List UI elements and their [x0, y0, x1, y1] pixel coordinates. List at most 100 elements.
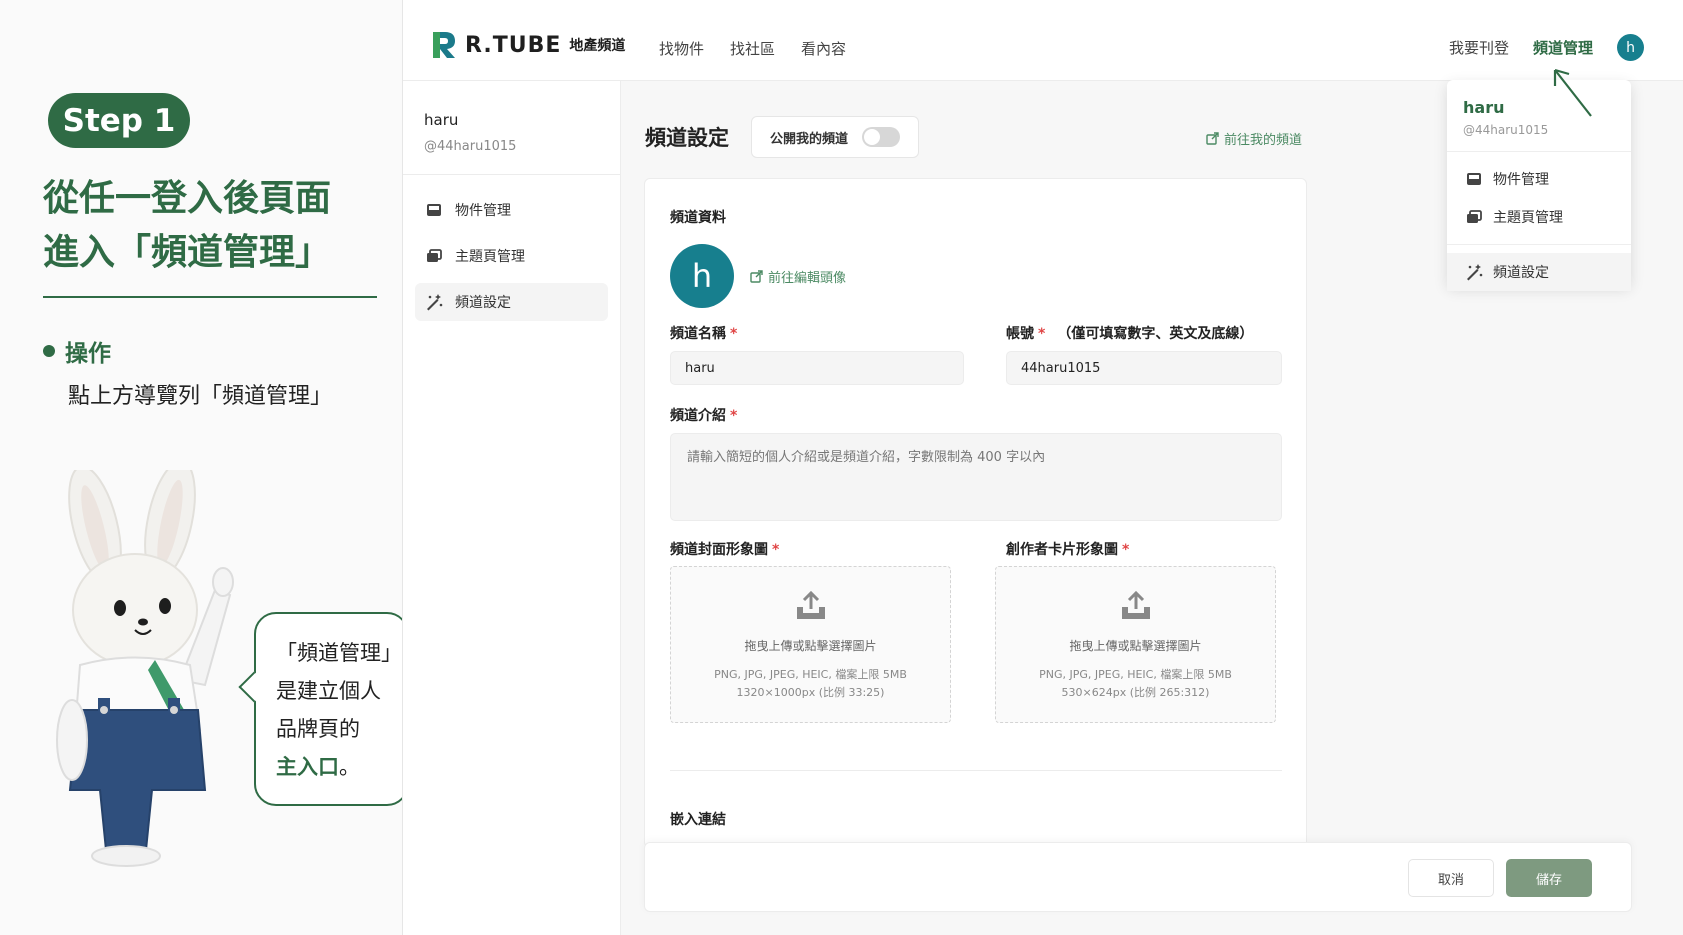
brand-name: R.TUBE — [465, 32, 562, 58]
cover-image-label: 頻道封面形象圖 * — [670, 539, 779, 559]
required-mark: * — [1122, 542, 1130, 558]
inbox-icon — [1467, 173, 1481, 185]
upload-requirements: PNG, JPG, JPEG, HEIC, 檔案上限 5MB 530×624px… — [996, 666, 1275, 702]
channel-dropdown-menu: haru @44haru1015 物件管理 主題頁管理 頻道設定 — [1447, 80, 1631, 291]
rtube-logo-icon — [433, 32, 455, 58]
upload-format: PNG, JPG, JPEG, HEIC, 檔案上限 5MB — [1039, 668, 1232, 681]
brand-subtitle: 地產頻道 — [569, 38, 626, 54]
creator-card-upload[interactable]: 拖曳上傳或點擊選擇圖片 PNG, JPG, JPEG, HEIC, 檔案上限 5… — [995, 566, 1276, 723]
upload-size: 1320×1000px (比例 33:25) — [736, 686, 885, 699]
bubble-line-3: 品牌頁的 — [276, 717, 360, 741]
nav-link-post[interactable]: 我要刊登 — [1449, 37, 1509, 58]
dropdown-divider — [1447, 244, 1631, 245]
channel-intro-label: 頻道介紹 * — [670, 405, 737, 425]
upload-format: PNG, JPG, JPEG, HEIC, 檔案上限 5MB — [714, 668, 907, 681]
sidebar-user-name: haru — [424, 111, 459, 129]
upload-icon — [1121, 590, 1150, 619]
nav-link-channel-management[interactable]: 頻道管理 — [1533, 37, 1593, 58]
external-link-icon — [750, 270, 763, 283]
edit-avatar-label: 前往編輯頭像 — [768, 271, 847, 286]
bullet-dot-icon — [43, 345, 55, 357]
magic-wand-icon — [1467, 264, 1483, 281]
bubble-line-4-end: 。 — [339, 755, 360, 779]
goto-my-channel-link[interactable]: 前往我的頻道 — [1206, 129, 1302, 148]
toggle-switch[interactable] — [862, 127, 901, 147]
dropdown-item-listings[interactable]: 物件管理 — [1447, 160, 1631, 198]
dropdown-item-channel-settings[interactable]: 頻道設定 — [1447, 253, 1631, 291]
account-label: 帳號 * （僅可填寫數字、英文及底線） — [1006, 323, 1253, 343]
goto-my-channel-label: 前往我的頻道 — [1224, 133, 1303, 148]
annotation-arrow-icon — [1553, 68, 1592, 117]
cover-image-upload[interactable]: 拖曳上傳或點擊選擇圖片 PNG, JPG, JPEG, HEIC, 檔案上限 5… — [670, 566, 951, 723]
bubble-line-4: 主入口。 — [276, 748, 407, 786]
sidebar-item-listings[interactable]: 物件管理 — [415, 191, 608, 229]
sidebar-user-handle: @44haru1015 — [424, 139, 517, 154]
bullet-label: 操作 — [65, 341, 111, 367]
sidebar-item-topic-pages[interactable]: 主題頁管理 — [415, 237, 608, 275]
tutorial-description: 點上方導覽列「頻道管理」 — [68, 384, 333, 409]
top-navbar: R.TUBE 地產頻道 找物件 找社區 看內容 我要刊登 頻道管理 h — [403, 0, 1683, 81]
sidebar-user-info: haru @44haru1015 — [403, 81, 620, 175]
tutorial-divider — [43, 296, 377, 298]
tutorial-title-line-2: 進入「頻道管理」 — [43, 232, 332, 273]
tutorial-panel: Step 1 從任一登入後頁面 進入「頻道管理」 操作 點上方導覽列「頻道管理」 — [0, 0, 409, 935]
upload-icon — [796, 590, 825, 619]
channel-avatar: h — [670, 244, 734, 308]
required-mark: * — [772, 542, 780, 558]
creator-card-label-text: 創作者卡片形象圖 — [1006, 542, 1118, 558]
dropdown-user-info: haru @44haru1015 — [1447, 80, 1631, 137]
magic-wand-icon — [427, 294, 443, 311]
account-input[interactable]: 44haru1015 — [1006, 351, 1282, 385]
app-window: R.TUBE 地產頻道 找物件 找社區 看內容 我要刊登 頻道管理 h haru… — [402, 0, 1683, 935]
section-title-channel-info: 頻道資料 — [670, 210, 726, 226]
account-hint: （僅可填寫數字、英文及底線） — [1057, 326, 1254, 342]
dropdown-item-label: 物件管理 — [1493, 172, 1549, 188]
edit-avatar-link[interactable]: 前往編輯頭像 — [750, 267, 846, 286]
page-title: 頻道設定 — [645, 126, 729, 150]
sidebar: haru @44haru1015 物件管理 主題頁管理 頻道設定 — [403, 81, 621, 935]
upload-size: 530×624px (比例 265:312) — [1061, 686, 1210, 699]
tutorial-title: 從任一登入後頁面 進入「頻道管理」 — [43, 172, 393, 280]
nav-link-content[interactable]: 看內容 — [801, 38, 846, 59]
action-footer: 取消 儲存 — [644, 842, 1632, 912]
nav-link-find-property[interactable]: 找物件 — [659, 38, 704, 59]
sidebar-item-channel-settings[interactable]: 頻道設定 — [415, 283, 608, 321]
save-button[interactable]: 儲存 — [1506, 859, 1592, 897]
bubble-highlight: 主入口 — [276, 755, 339, 779]
public-channel-toggle[interactable]: 公開我的頻道 — [751, 116, 920, 158]
nav-links: 找物件 找社區 看內容 — [659, 38, 846, 59]
section-divider — [670, 770, 1282, 771]
upload-instruction: 拖曳上傳或點擊選擇圖片 — [744, 639, 877, 653]
dropdown-user-handle: @44haru1015 — [1463, 123, 1549, 137]
channel-intro-textarea[interactable]: 請輸入簡短的個人介紹或是頻道介紹，字數限制為 400 字以內 — [670, 433, 1282, 521]
user-avatar[interactable]: h — [1617, 34, 1644, 61]
dropdown-item-topic-pages[interactable]: 主題頁管理 — [1447, 198, 1631, 236]
cancel-button[interactable]: 取消 — [1408, 859, 1494, 897]
public-channel-label: 公開我的頻道 — [770, 131, 849, 147]
tutorial-title-line-1: 從任一登入後頁面 — [43, 178, 332, 219]
speech-bubble: 「頻道管理」 是建立個人 品牌頁的 主入口。 — [238, 612, 409, 806]
external-link-icon — [1206, 132, 1219, 145]
channel-name-label: 頻道名稱 * — [670, 323, 737, 343]
nav-right: 我要刊登 頻道管理 h — [1449, 34, 1644, 61]
required-mark: * — [1038, 326, 1046, 342]
bubble-line-2: 是建立個人 — [276, 679, 381, 703]
account-label-text: 帳號 — [1006, 326, 1034, 342]
brand-logo[interactable]: R.TUBE 地產頻道 — [431, 30, 625, 60]
sidebar-item-label: 物件管理 — [455, 203, 511, 219]
tutorial-bullet: 操作 — [43, 334, 111, 368]
channel-name-label-text: 頻道名稱 — [670, 326, 726, 342]
dropdown-divider — [1447, 151, 1631, 152]
upload-requirements: PNG, JPG, JPEG, HEIC, 檔案上限 5MB 1320×1000… — [671, 666, 950, 702]
rabbit-mascot-icon — [56, 470, 234, 867]
sidebar-item-label: 頻道設定 — [455, 295, 511, 311]
nav-link-find-community[interactable]: 找社區 — [730, 38, 775, 59]
inbox-icon — [427, 204, 441, 216]
creator-card-label: 創作者卡片形象圖 * — [1006, 539, 1129, 559]
upload-instruction: 拖曳上傳或點擊選擇圖片 — [1069, 639, 1202, 653]
channel-name-input[interactable]: haru — [670, 351, 964, 385]
section-title-embed-links: 嵌入連結 — [670, 812, 726, 828]
window-stack-icon — [427, 249, 442, 262]
dropdown-item-label: 頻道設定 — [1493, 265, 1549, 281]
required-mark: * — [730, 408, 738, 424]
